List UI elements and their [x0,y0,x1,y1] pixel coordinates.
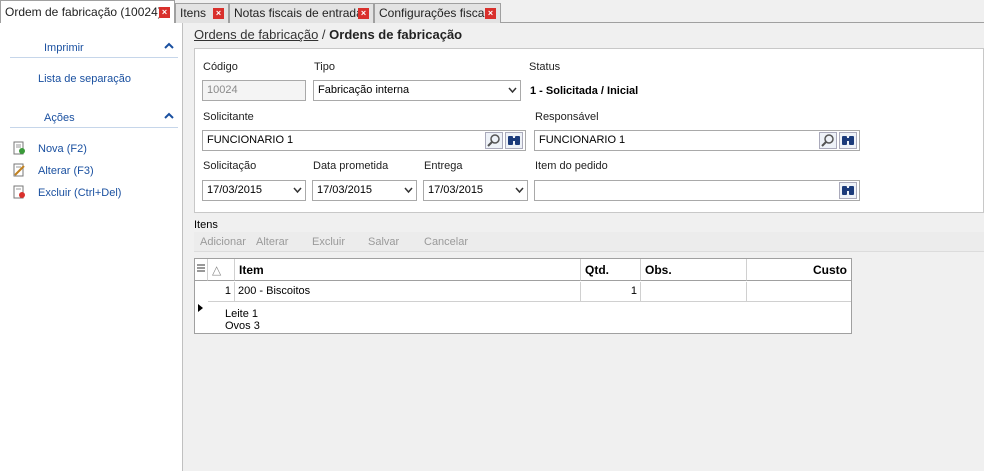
close-icon[interactable]: × [485,8,496,19]
delete-doc-icon [13,185,25,199]
codigo-field: 10024 [202,80,306,101]
item-pedido-field[interactable] [534,180,860,201]
magnifier-icon [821,134,834,147]
new-doc-icon [13,141,25,155]
solicitante-label: Solicitante [203,111,254,123]
binoculars-button[interactable] [839,132,857,149]
cell-obs[interactable] [641,282,747,302]
main-content: Ordens de fabricação / Ordens de fabrica… [184,23,984,471]
item-pedido-label: Item do pedido [535,160,608,172]
solicitacao-date[interactable]: 17/03/2015 [202,180,306,201]
itens-grid: △ Item Qtd. Obs. Custo 1 200 - Biscoitos… [194,258,852,334]
itens-section-label: Itens [194,219,218,231]
tab-label: Ordem de fabricação (10024) [5,5,162,19]
edit-doc-icon [13,163,25,177]
sort-icon[interactable]: △ [208,259,235,281]
tab-label: Itens [180,6,207,20]
tab-notas-fiscais[interactable]: Notas fiscais de entrada × [229,3,374,23]
cell-qtd[interactable]: 1 [581,282,641,302]
solicitante-value: FUNCIONARIO 1 [207,134,294,146]
cancel-button[interactable]: Cancelar [424,236,468,248]
divider [10,127,178,128]
chevron-down-icon[interactable] [404,187,413,194]
action-excluir[interactable]: Excluir (Ctrl+Del) [38,187,121,199]
divider [10,57,178,58]
entrega-date[interactable]: 17/03/2015 [423,180,528,201]
data-prometida-value: 17/03/2015 [317,184,373,196]
detail-line: Ovos 3 [225,320,260,332]
current-row-indicator-icon [198,304,203,312]
solicitacao-value: 17/03/2015 [207,184,263,196]
cell-item[interactable]: 200 - Biscoitos [235,282,581,302]
action-nova[interactable]: Nova (F2) [38,143,87,155]
column-header-custo[interactable]: Custo [747,259,851,281]
solicitacao-label: Solicitação [203,160,257,172]
chevron-up-icon[interactable] [164,41,174,51]
section-title: Imprimir [44,42,84,54]
chevron-down-icon[interactable] [293,187,302,194]
cell-custo[interactable] [747,282,851,302]
chevron-down-icon[interactable] [515,187,524,194]
breadcrumb: Ordens de fabricação / Ordens de fabrica… [194,27,462,42]
delete-button[interactable]: Excluir [312,236,345,248]
section-imprimir-header[interactable]: Imprimir [4,37,180,59]
codigo-label: Código [203,61,238,73]
section-title: Ações [44,112,75,124]
binoculars-icon [508,136,520,145]
data-prometida-date[interactable]: 17/03/2015 [312,180,417,201]
status-label: Status [529,61,561,73]
search-button[interactable] [819,132,837,149]
responsavel-value: FUNCIONARIO 1 [539,134,626,146]
row-number: 1 [208,282,235,302]
tab-bar: Ordem de fabricação (10024) × Itens × No… [0,0,984,24]
breadcrumb-separator: / [321,27,326,42]
close-icon[interactable]: × [213,8,224,19]
column-header-item[interactable]: Item [235,259,581,281]
tipo-value: Fabricação interna [318,84,410,96]
search-button[interactable] [485,132,503,149]
entrega-label: Entrega [424,160,463,172]
entrega-value: 17/03/2015 [428,184,484,196]
binoculars-icon [842,136,854,145]
breadcrumb-parent-link[interactable]: Ordens de fabricação [194,27,318,42]
chevron-up-icon[interactable] [164,111,174,121]
itens-toolbar: Adicionar Alterar Excluir Salvar Cancela… [194,232,984,252]
page-title: Ordens de fabricação [329,27,463,42]
chevron-down-icon[interactable] [508,87,517,94]
tab-ordem-fabricacao[interactable]: Ordem de fabricação (10024) × [0,0,175,24]
status-value: 1 - Solicitada / Inicial [530,85,639,97]
responsavel-field[interactable]: FUNCIONARIO 1 [534,130,860,151]
binoculars-button[interactable] [839,182,857,199]
tab-itens[interactable]: Itens × [175,3,229,23]
binoculars-icon [842,186,854,195]
solicitante-field[interactable]: FUNCIONARIO 1 [202,130,526,151]
edit-button[interactable]: Alterar [256,236,288,248]
link-lista-separacao[interactable]: Lista de separação [38,73,131,85]
magnifier-icon [487,134,500,147]
close-icon[interactable]: × [159,7,170,18]
binoculars-button[interactable] [505,132,523,149]
section-acoes-header[interactable]: Ações [4,107,180,129]
add-button[interactable]: Adicionar [200,236,246,248]
tipo-label: Tipo [314,61,335,73]
tab-label: Notas fiscais de entrada [234,6,363,20]
data-prometida-label: Data prometida [313,160,389,172]
save-button[interactable]: Salvar [368,236,399,248]
detail-line: Leite 1 [225,308,259,320]
tab-label: Configurações fiscais [379,6,494,20]
column-chooser-icon[interactable] [195,259,208,281]
close-icon[interactable]: × [358,8,369,19]
tipo-select[interactable]: Fabricação interna [313,80,521,101]
tab-configuracoes-fiscais[interactable]: Configurações fiscais × [374,3,501,23]
column-header-obs[interactable]: Obs. [641,259,747,281]
action-alterar[interactable]: Alterar (F3) [38,165,94,177]
column-header-qtd[interactable]: Qtd. [581,259,641,281]
codigo-value: 10024 [207,84,238,96]
order-form: Código 10024 Tipo Fabricação interna Sta… [194,48,984,213]
responsavel-label: Responsável [535,111,599,123]
left-panel: Imprimir Lista de separação Ações Nova (… [0,23,183,471]
